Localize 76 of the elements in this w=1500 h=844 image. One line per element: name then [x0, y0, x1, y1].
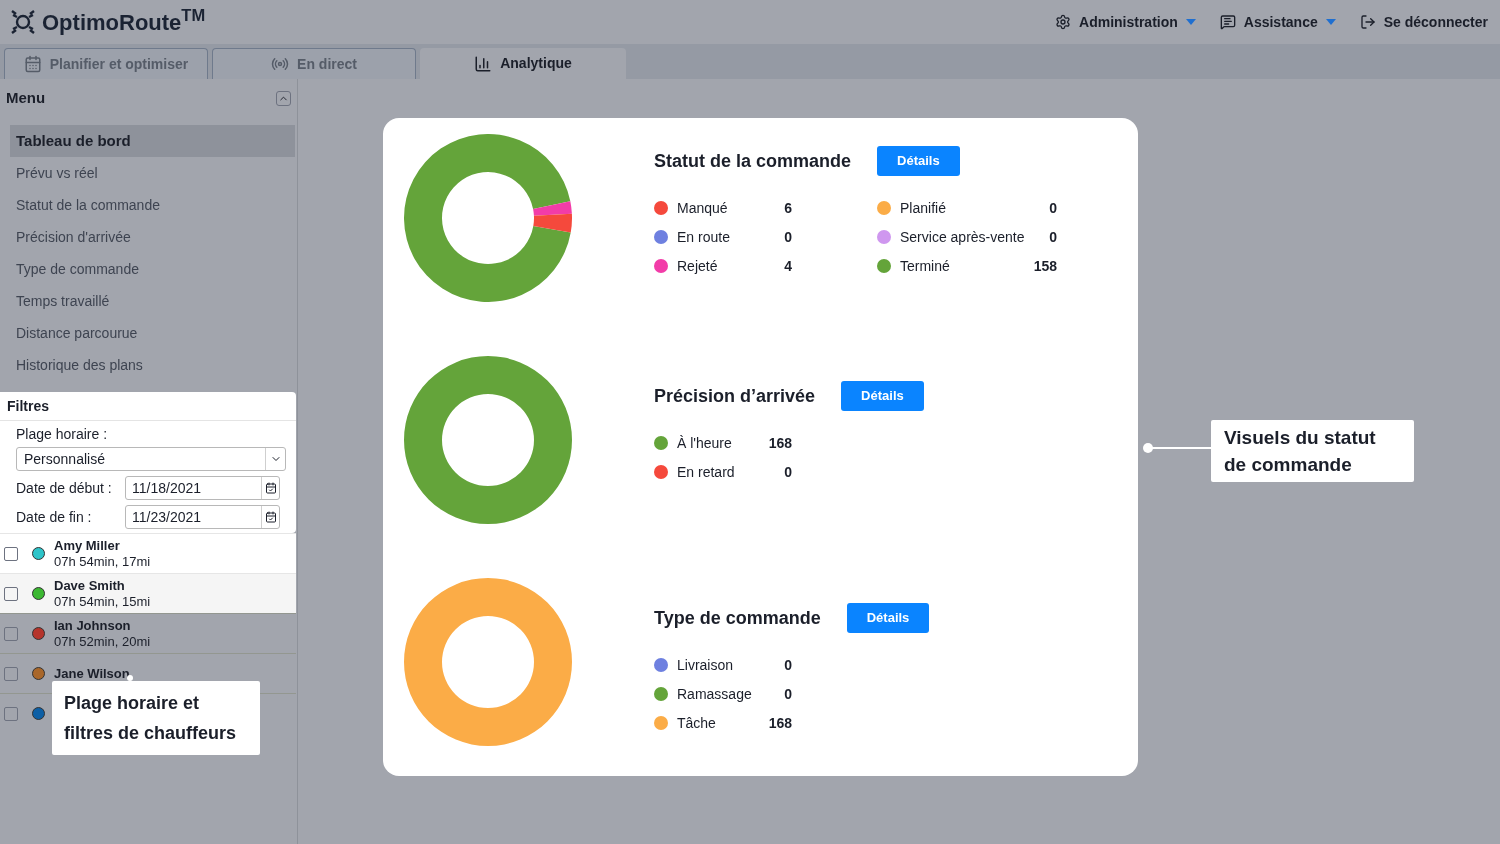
section-title: Type de commande	[654, 606, 821, 630]
tab[interactable]: Analytique	[420, 48, 626, 79]
legend-label: Tâche	[677, 713, 716, 733]
legend-label: Livraison	[677, 655, 734, 675]
legend-value: 0	[784, 684, 792, 704]
leader-line	[1142, 442, 1212, 454]
sidebar-title: Menu	[6, 87, 46, 108]
driver-row[interactable]: Dave Smith 07h 54min, 15mi	[0, 573, 296, 613]
driver-name: Amy Miller	[54, 537, 121, 554]
sidebar-item[interactable]: Historique des plans	[10, 349, 295, 381]
calendar-icon	[264, 511, 277, 523]
driver-detail: 07h 52min, 20mi	[54, 633, 151, 650]
sidebar-item[interactable]: Prévu vs réel	[10, 157, 295, 189]
header-menu-item[interactable]: Se déconnecter	[1359, 11, 1488, 33]
legend-label: Planifié	[900, 198, 946, 218]
filters-title: Filtres	[7, 396, 49, 416]
header-menu-item[interactable]: Assistance	[1219, 11, 1336, 33]
driver-detail: 07h 54min, 15mi	[54, 593, 151, 610]
broadcast-icon	[271, 55, 290, 73]
legend-label: Manqué	[677, 198, 728, 218]
sidebar-item[interactable]: Distance parcourue	[10, 317, 295, 349]
legend-value: 0	[784, 462, 792, 482]
sidebar-item[interactable]: Statut de la commande	[10, 189, 295, 221]
legend-value: 158	[1033, 256, 1057, 276]
header-menu-item[interactable]: Administration	[1055, 11, 1196, 33]
legend-label: En retard	[677, 462, 735, 482]
logo[interactable]: OptimoRoute$^{TM}$	[42, 5, 206, 39]
driver-row[interactable]: Ian Johnson 07h 52min, 20mi	[0, 613, 296, 653]
calendar-icon	[264, 482, 277, 494]
date-field[interactable]: 11/23/2021	[125, 505, 280, 529]
settings-icon	[1055, 14, 1071, 30]
range-select[interactable]: Personnalisé	[16, 447, 286, 471]
calendar-icon	[23, 55, 42, 73]
field-label: Plage horaire :	[16, 425, 109, 444]
field-label: Date de début :	[16, 478, 112, 498]
chat-icon	[1219, 14, 1236, 30]
details-button[interactable]: Détails	[877, 146, 960, 176]
bar-chart-icon	[474, 54, 493, 73]
section-title: Précision d’arrivée	[654, 384, 816, 408]
legend-value: 6	[784, 198, 792, 218]
legend-label: En route	[677, 227, 730, 247]
legend-label: Service après-vente	[900, 227, 1025, 247]
field-label: Date de fin :	[16, 507, 92, 527]
details-button[interactable]: Détails	[846, 603, 930, 633]
legend-value: 168	[768, 713, 792, 733]
legend-label: Terminé	[900, 256, 950, 276]
legend-value: 4	[784, 256, 792, 276]
driver-name: Dave Smith	[54, 577, 126, 594]
legend-value: 0	[1049, 227, 1057, 247]
driver-detail: 07h 54min, 17mi	[54, 553, 151, 570]
legend-label: Rejeté	[677, 256, 718, 276]
checkbox[interactable]	[4, 586, 18, 601]
driver-row[interactable]: Amy Miller 07h 54min, 17mi	[0, 533, 296, 573]
sidebar-item[interactable]: Temps travaillé	[10, 285, 295, 317]
legend-label: À l'heure	[677, 433, 732, 453]
checkbox[interactable]	[4, 706, 18, 721]
driver-name: Ian Johnson	[54, 617, 132, 634]
legend-value: 0	[1049, 198, 1057, 218]
logout-icon	[1359, 14, 1376, 30]
details-button[interactable]: Détails	[841, 381, 924, 411]
date-field[interactable]: 11/18/2021	[125, 476, 280, 500]
legend-value: 0	[784, 227, 792, 247]
callout-tooltip: Plage horaire et filtres de chauffeurs	[52, 681, 260, 755]
sidebar-item[interactable]: Type de commande	[10, 253, 295, 285]
section-title: Statut de la commande	[654, 149, 852, 173]
legend-value: 168	[768, 433, 792, 453]
checkbox[interactable]	[4, 626, 18, 641]
checkbox[interactable]	[4, 666, 18, 681]
checkbox[interactable]	[4, 546, 18, 561]
legend-value: 0	[784, 655, 792, 675]
driver-name: Jane Wilson	[54, 665, 130, 682]
sidebar-item[interactable]: Tableau de bord	[10, 125, 295, 157]
legend-label: Ramassage	[677, 684, 752, 704]
callout-tooltip: Visuels du statut de commande	[1211, 420, 1414, 482]
collapse-button[interactable]	[276, 90, 291, 106]
sidebar-item[interactable]: Précision d'arrivée	[10, 221, 295, 253]
